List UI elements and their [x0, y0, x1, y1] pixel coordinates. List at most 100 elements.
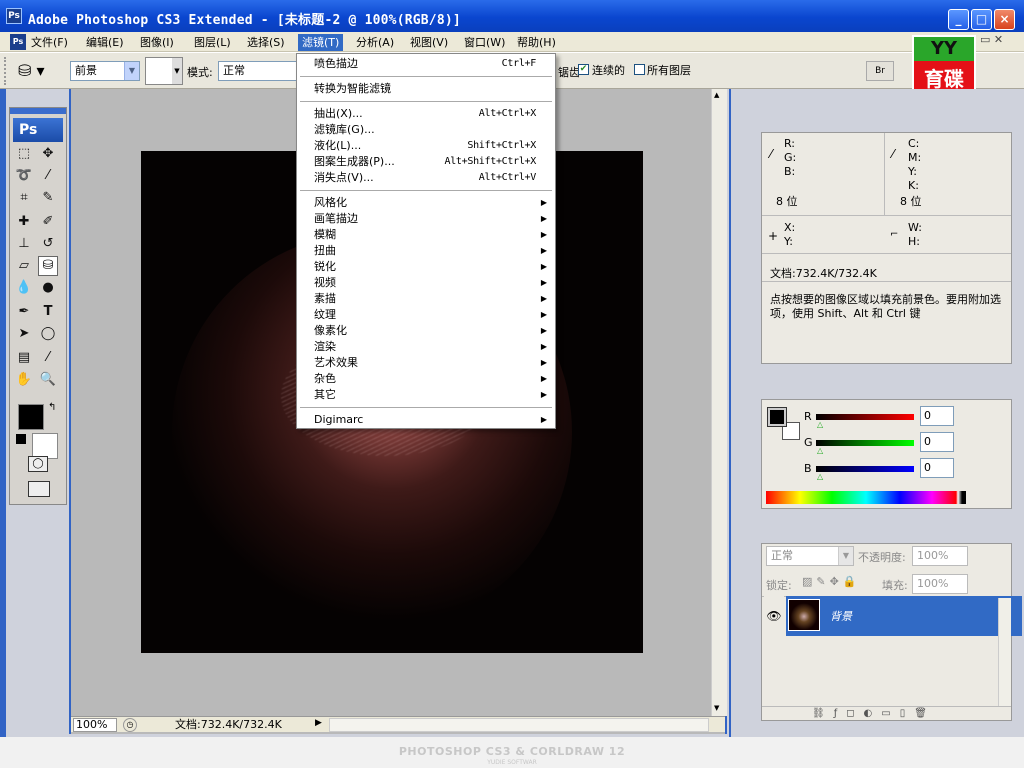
photoshop-app-icon[interactable]: Ps	[6, 8, 22, 24]
filter-menu-item[interactable]: 液化(L)... Shift+Ctrl+X	[298, 138, 554, 154]
eraser-tool-icon[interactable]: ▱	[14, 256, 34, 276]
toolbox-grip[interactable]	[10, 108, 66, 114]
mode-select[interactable]: 正常	[218, 61, 296, 81]
contiguous-checkbox[interactable]: ✔	[578, 64, 589, 75]
blur-tool-icon[interactable]: 💧	[14, 278, 34, 298]
history-brush-tool-icon[interactable]: ↺	[38, 234, 58, 254]
menu-analysis[interactable]: 分析(A)	[352, 34, 398, 51]
path-selection-tool-icon[interactable]: ➤	[14, 324, 34, 344]
menu-filter[interactable]: 滤镜(T)	[298, 34, 344, 51]
blue-slider-thumb[interactable]: △	[817, 472, 823, 481]
filter-menu-item[interactable]: 杂色 ▶	[298, 371, 554, 387]
layer-row[interactable]: 背景 🔒	[786, 596, 1022, 636]
photoshop-logo[interactable]: Ps	[13, 118, 63, 142]
filter-menu-item[interactable]: 风格化 ▶	[298, 195, 554, 211]
filter-menu-item[interactable]: 扭曲 ▶	[298, 243, 554, 259]
layers-footer-buttons[interactable]: ⛓ƒ◻◐▭▯🗑	[762, 706, 1011, 720]
zoom-tool-icon[interactable]: 🔍	[38, 370, 58, 390]
fill-field[interactable]: 100%	[912, 574, 968, 594]
notes-tool-icon[interactable]: ▤	[14, 348, 34, 368]
filter-menu-item[interactable]: 锐化 ▶	[298, 259, 554, 275]
filter-menu-item[interactable]: 素描 ▶	[298, 291, 554, 307]
status-menu-arrow[interactable]: ▶	[315, 718, 322, 728]
filter-menu-item[interactable]: 抽出(X)... Alt+Ctrl+X	[298, 106, 554, 122]
red-slider-thumb[interactable]: △	[817, 420, 823, 429]
foreground-color-swatch[interactable]	[18, 404, 44, 430]
type-tool-icon[interactable]: T	[38, 302, 58, 322]
opacity-field[interactable]: 100%	[912, 546, 968, 566]
brush-tool-icon[interactable]: ✐	[38, 212, 58, 232]
filter-menu-item[interactable]: 画笔描边 ▶	[298, 211, 554, 227]
filter-menu-item[interactable]: 渲染 ▶	[298, 339, 554, 355]
menu-help[interactable]: 帮助(H)	[513, 34, 560, 51]
quick-mask-icon[interactable]: ◯	[28, 456, 48, 472]
color-foreground-swatch[interactable]	[767, 407, 787, 427]
pen-tool-icon[interactable]: ✒	[14, 302, 34, 322]
close-button[interactable]: ×	[994, 9, 1015, 30]
red-value-field[interactable]: 0	[920, 406, 954, 426]
blue-slider[interactable]	[816, 466, 914, 472]
filter-menu-item[interactable]: 图案生成器(P)... Alt+Shift+Ctrl+X	[298, 154, 554, 170]
zoom-field[interactable]: 100%	[73, 718, 117, 732]
blue-value-field[interactable]: 0	[920, 458, 954, 478]
filter-menu-item[interactable]: 模糊 ▶	[298, 227, 554, 243]
vertical-scrollbar[interactable]: ▲ ▼	[711, 89, 727, 716]
clock-icon[interactable]: ◷	[123, 718, 137, 732]
color-spectrum-bar[interactable]	[766, 491, 966, 504]
menu-view[interactable]: 视图(V)	[406, 34, 452, 51]
menu-edit[interactable]: 编辑(E)	[82, 34, 128, 51]
red-slider[interactable]	[816, 414, 914, 420]
options-grip[interactable]	[4, 57, 10, 85]
filter-menu-item[interactable]: 纹理 ▶	[298, 307, 554, 323]
filter-menu-item[interactable]: 视频 ▶	[298, 275, 554, 291]
hand-tool-icon[interactable]: ✋	[14, 370, 34, 390]
clone-stamp-tool-icon[interactable]: ⊥	[14, 234, 34, 254]
paint-bucket-tool-icon[interactable]: ⛁	[38, 256, 58, 276]
blend-mode-select[interactable]: 正常 ▼	[766, 546, 854, 566]
filter-menu-item[interactable]: 像素化 ▶	[298, 323, 554, 339]
filter-menu-item[interactable]: 转换为智能滤镜	[298, 81, 554, 97]
green-slider[interactable]	[816, 440, 914, 446]
healing-brush-tool-icon[interactable]: ✚	[14, 212, 34, 232]
green-slider-thumb[interactable]: △	[817, 446, 823, 455]
maximize-button[interactable]: □	[971, 9, 992, 30]
lasso-tool-icon[interactable]: ➰	[14, 166, 34, 186]
eyedropper-tool-icon[interactable]: ⁄	[38, 348, 58, 368]
menu-image[interactable]: 图像(I)	[136, 34, 178, 51]
slice-tool-icon[interactable]: ✎	[38, 188, 58, 208]
swap-colors-icon[interactable]: ↰	[48, 402, 56, 413]
screen-mode-icon[interactable]	[28, 481, 50, 497]
default-colors-icon[interactable]	[16, 434, 26, 444]
scroll-up-arrow[interactable]: ▲	[714, 91, 719, 99]
menu-layer[interactable]: 图层(L)	[190, 34, 235, 51]
crop-tool-icon[interactable]: ⌗	[14, 188, 34, 208]
filter-menu-item[interactable]: 滤镜库(G)...	[298, 122, 554, 138]
fill-source-select[interactable]: 前景 ▼	[70, 61, 140, 81]
marquee-tool-icon[interactable]: ⬚	[14, 144, 34, 164]
dodge-tool-icon[interactable]: ●	[38, 278, 58, 298]
filter-menu-item[interactable]: 消失点(V)... Alt+Ctrl+V	[298, 170, 554, 186]
magic-wand-tool-icon[interactable]: ⁄	[38, 166, 58, 186]
minimize-button[interactable]: _	[948, 9, 969, 30]
mdi-window-controls[interactable]: ▭ ✕	[980, 33, 1020, 51]
scroll-down-arrow[interactable]: ▼	[714, 704, 719, 712]
layers-scrollbar[interactable]	[998, 598, 1011, 706]
filter-menu-item[interactable]: 喷色描边 Ctrl+F	[298, 56, 554, 72]
lock-options-icons[interactable]: ▨✎✥🔒	[802, 575, 861, 588]
menu-window[interactable]: 窗口(W)	[460, 34, 509, 51]
filter-menu-item[interactable]: 艺术效果 ▶	[298, 355, 554, 371]
pattern-picker[interactable]: ▼	[145, 57, 183, 85]
all-layers-checkbox[interactable]	[634, 64, 645, 75]
paint-bucket-preset-icon[interactable]: ⛁ ▾	[18, 59, 54, 83]
document-icon[interactable]: Ps	[10, 34, 26, 50]
filter-menu-item[interactable]: Digimarc ▶	[298, 412, 554, 428]
menu-select[interactable]: 选择(S)	[243, 34, 289, 51]
menu-file[interactable]: 文件(F)	[27, 34, 72, 51]
filter-menu-item[interactable]: 其它 ▶	[298, 387, 554, 403]
move-tool-icon[interactable]: ✥	[38, 144, 58, 164]
horizontal-scrollbar[interactable]	[329, 718, 709, 732]
eye-icon[interactable]: 👁	[764, 596, 784, 636]
bridge-icon[interactable]: Br	[866, 61, 894, 81]
green-value-field[interactable]: 0	[920, 432, 954, 452]
ellipse-tool-icon[interactable]: ◯	[38, 324, 58, 344]
